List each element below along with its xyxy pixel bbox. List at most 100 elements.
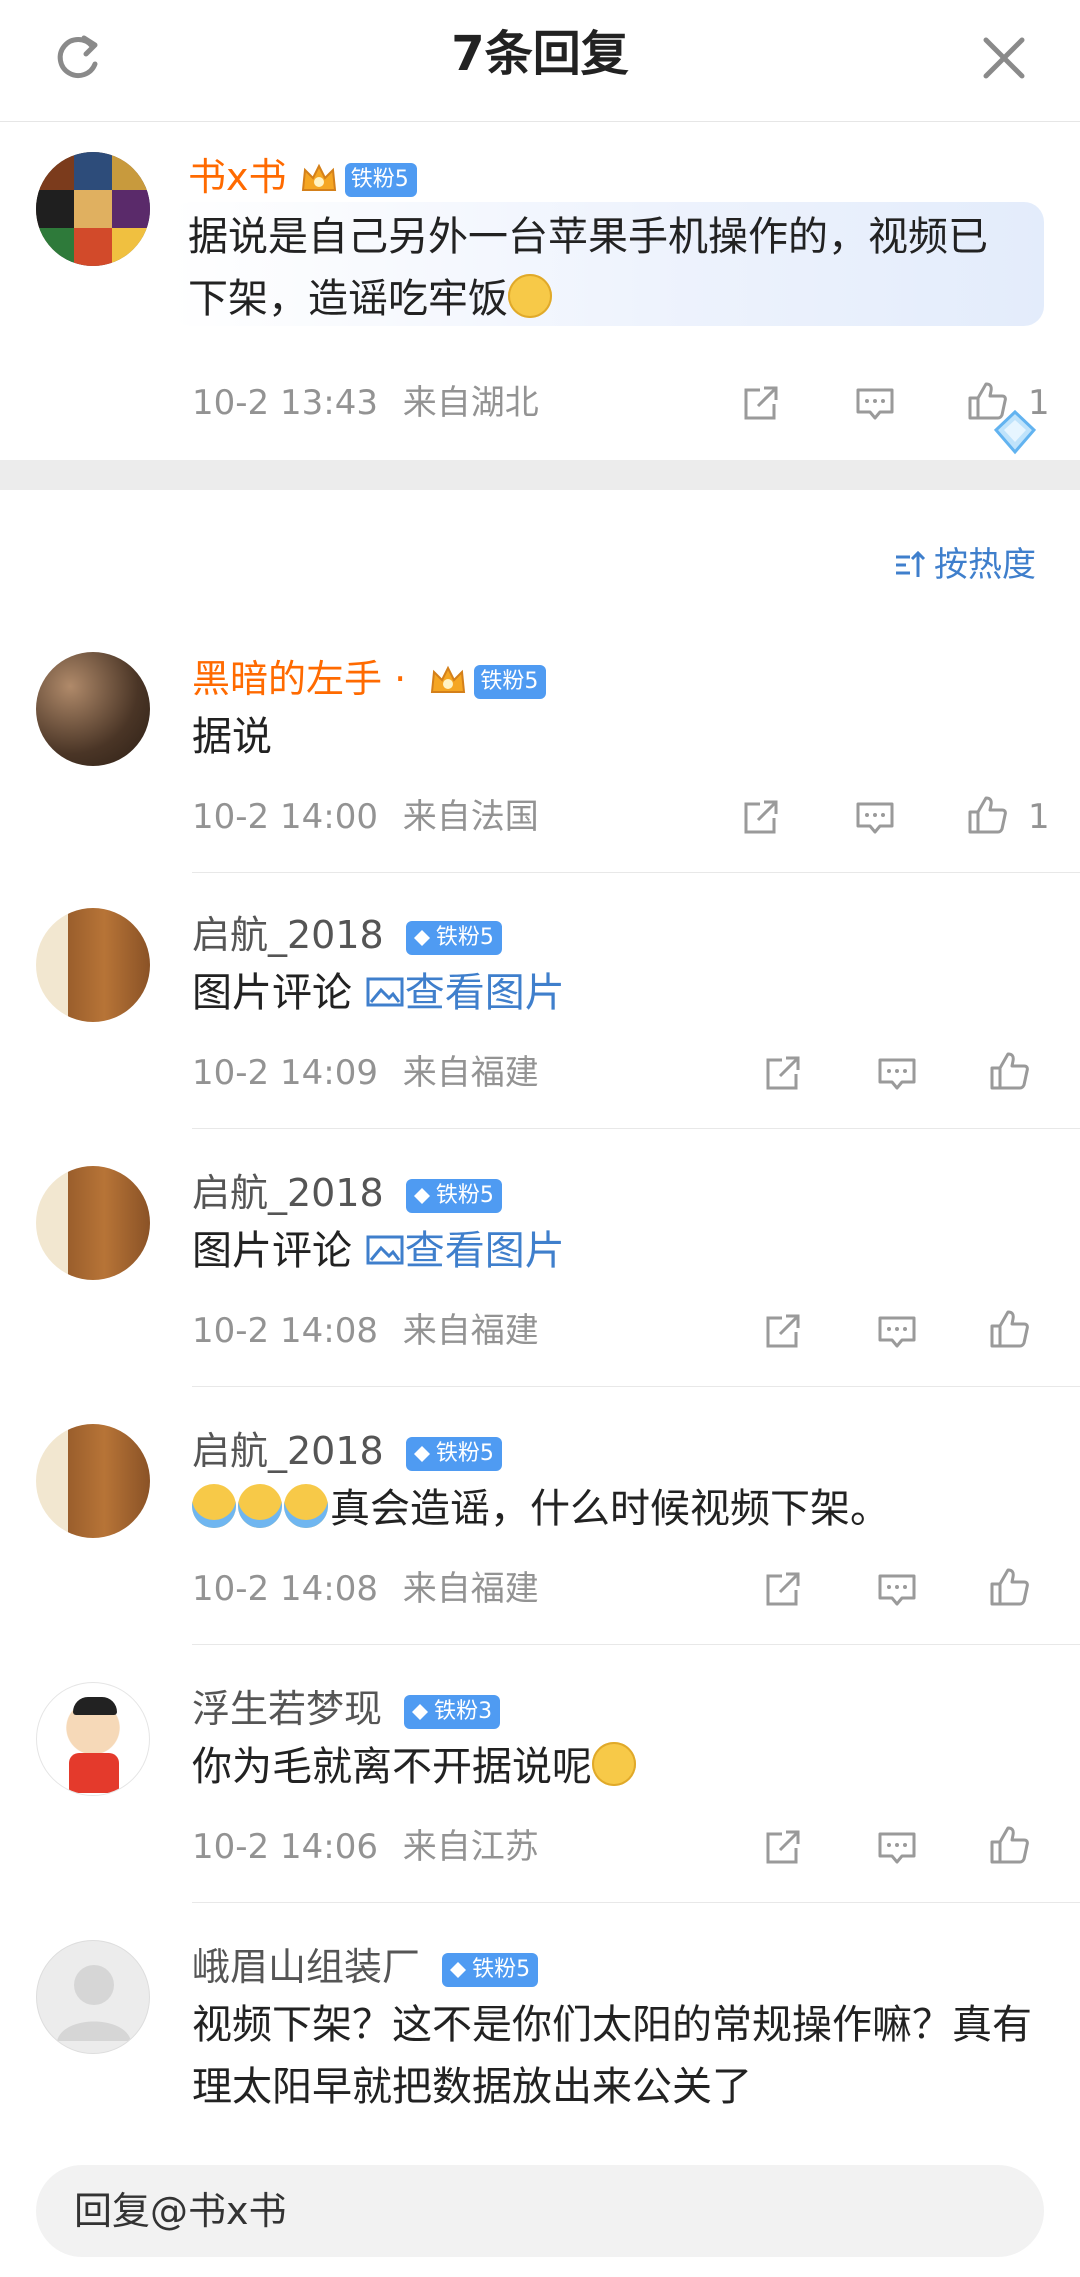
shush-emoji-icon	[508, 274, 552, 318]
comment-item: 启航_2018 铁粉5 图片评论 查看图片 10-2 14:08 来自福建	[0, 1162, 1080, 1388]
divider	[192, 1902, 1080, 1903]
share-icon[interactable]	[758, 1306, 808, 1356]
avatar[interactable]	[36, 1940, 150, 2054]
divider	[192, 872, 1080, 873]
username-text[interactable]: 启航_2018	[192, 1171, 384, 1215]
diamond-icon	[413, 929, 430, 946]
like-icon[interactable]	[984, 1304, 1034, 1354]
header: 7条回复	[0, 0, 1080, 122]
comment-time: 10-2 14:09	[192, 1053, 378, 1093]
comment-text: 视频下架？这不是你们太阳的常规操作嘛？真有理太阳早就把数据放出来公关了	[192, 2002, 1032, 2110]
laughing-tears-emoji-icon	[192, 1484, 236, 1528]
username[interactable]: 启航_2018 铁粉5	[192, 1426, 502, 1476]
comment-location: 来自福建	[402, 1053, 539, 1093]
divider	[192, 1644, 1080, 1645]
comment-time: 10-2 14:08	[192, 1569, 378, 1609]
diamond-icon	[412, 1703, 429, 1720]
reply-input[interactable]: 回复@书x书	[36, 2165, 1044, 2257]
view-image-link[interactable]: 查看图片	[365, 1228, 565, 1274]
like-icon[interactable]	[984, 1562, 1034, 1612]
fan-badge-label: 铁粉5	[350, 166, 409, 192]
fan-badge-label: 铁粉5	[435, 1440, 494, 1466]
close-icon[interactable]	[976, 30, 1032, 86]
comment-text-content: 据说是自己另外一台苹果手机操作的，视频已下架，造谣吃牢饭	[188, 214, 988, 322]
fan-badge: 铁粉5	[344, 162, 417, 197]
comment-icon[interactable]	[872, 1564, 922, 1614]
username[interactable]: 书x书 铁粉5	[188, 152, 417, 202]
username[interactable]: 黑暗的左手 · 铁粉5	[192, 654, 547, 704]
comment-meta: 10-2 14:08 来自福建	[192, 1308, 539, 1354]
reply-page: 7条回复 书x书 铁粉5 据说是自己另外一台苹果手机操作的，视频已下架，造谣吃牢…	[0, 0, 1080, 2277]
fan-badge: 铁粉5	[405, 920, 502, 955]
comment-text: 图片评论 查看图片	[192, 962, 1052, 1024]
comment-meta: 10-2 14:06 来自江苏	[192, 1824, 539, 1870]
comment-time: 10-2 14:00	[192, 797, 378, 837]
sort-button[interactable]: 按热度	[892, 540, 1036, 590]
username-text[interactable]: 峨眉山组装厂	[192, 1945, 420, 1989]
username[interactable]: 启航_2018 铁粉5	[192, 910, 502, 960]
avatar-shirt	[69, 1753, 119, 1793]
username[interactable]: 启航_2018 铁粉5	[192, 1168, 502, 1218]
crown-icon	[431, 665, 466, 693]
like-icon[interactable]	[984, 1046, 1034, 1096]
share-icon[interactable]	[758, 1564, 808, 1614]
comment-location: 来自湖北	[402, 383, 539, 423]
username-text[interactable]: 启航_2018	[192, 1429, 384, 1473]
comment-location: 来自福建	[402, 1311, 539, 1351]
comment-time: 10-2 13:43	[192, 383, 378, 423]
comment-meta: 10-2 13:43 来自湖北	[192, 380, 539, 426]
avatar[interactable]	[36, 1424, 150, 1538]
view-image-label[interactable]: 查看图片	[405, 970, 565, 1016]
comment-item: 启航_2018 铁粉5 真会造谣，什么时候视频下架。 10-2 14:08 来自…	[0, 1420, 1080, 1646]
username-text[interactable]: 启航_2018	[192, 913, 384, 957]
username[interactable]: 峨眉山组装厂 铁粉5	[192, 1942, 539, 1992]
comment-location: 来自福建	[402, 1569, 539, 1609]
comment-text-content: 图片评论	[192, 970, 352, 1016]
comment-icon[interactable]	[850, 792, 900, 842]
like-icon[interactable]	[962, 790, 1012, 840]
avatar[interactable]	[36, 152, 150, 266]
view-image-link[interactable]: 查看图片	[365, 970, 565, 1016]
comment-text: 据说	[192, 714, 272, 760]
comment-text: 真会造谣，什么时候视频下架。	[192, 1478, 1052, 1540]
comment-icon[interactable]	[872, 1048, 922, 1098]
comment-location: 来自江苏	[402, 1827, 539, 1867]
comment-item: 启航_2018 铁粉5 图片评论 查看图片 10-2 14:09 来自福建	[0, 904, 1080, 1130]
share-icon[interactable]	[736, 378, 786, 428]
comment-location: 来自法国	[402, 797, 539, 837]
fan-badge-label: 铁粉5	[435, 1182, 494, 1208]
avatar[interactable]	[36, 1682, 150, 1796]
comment-icon[interactable]	[850, 378, 900, 428]
comment-meta: 10-2 14:09 来自福建	[192, 1050, 539, 1096]
view-image-label[interactable]: 查看图片	[405, 1228, 565, 1274]
like-icon[interactable]	[962, 376, 1012, 426]
comment-time: 10-2 14:08	[192, 1311, 378, 1351]
fan-badge-label: 铁粉3	[434, 1698, 493, 1724]
comment-text: 据说是自己另外一台苹果手机操作的，视频已下架，造谣吃牢饭	[188, 206, 1018, 330]
share-icon[interactable]	[758, 1822, 808, 1872]
comment-text: 图片评论 查看图片	[192, 1220, 1052, 1282]
share-icon[interactable]	[736, 792, 786, 842]
comment-text-content: 真会造谣，什么时候视频下架。	[330, 1486, 890, 1532]
share-icon[interactable]	[758, 1048, 808, 1098]
avatar[interactable]	[36, 908, 150, 1022]
username-text[interactable]: 书x书	[188, 155, 287, 199]
fan-badge: 铁粉5	[442, 1952, 539, 1987]
comment-meta: 10-2 14:00 来自法国	[192, 794, 539, 840]
section-divider	[0, 460, 1080, 490]
comment-icon[interactable]	[872, 1306, 922, 1356]
image-icon	[366, 977, 404, 1007]
divider	[192, 1386, 1080, 1387]
username-text[interactable]: 浮生若梦现	[192, 1687, 382, 1731]
comment-icon[interactable]	[872, 1822, 922, 1872]
like-icon[interactable]	[984, 1820, 1034, 1870]
avatar[interactable]	[36, 1166, 150, 1280]
sort-label: 按热度	[934, 545, 1036, 585]
crown-icon	[301, 163, 336, 191]
avatar[interactable]	[36, 652, 150, 766]
username[interactable]: 浮生若梦现 铁粉3	[192, 1684, 501, 1734]
username-text[interactable]: 黑暗的左手 ·	[192, 657, 406, 701]
fan-badge: 铁粉5	[405, 1436, 502, 1471]
diamond-icon	[413, 1187, 430, 1204]
diamond-icon	[450, 1961, 467, 1978]
